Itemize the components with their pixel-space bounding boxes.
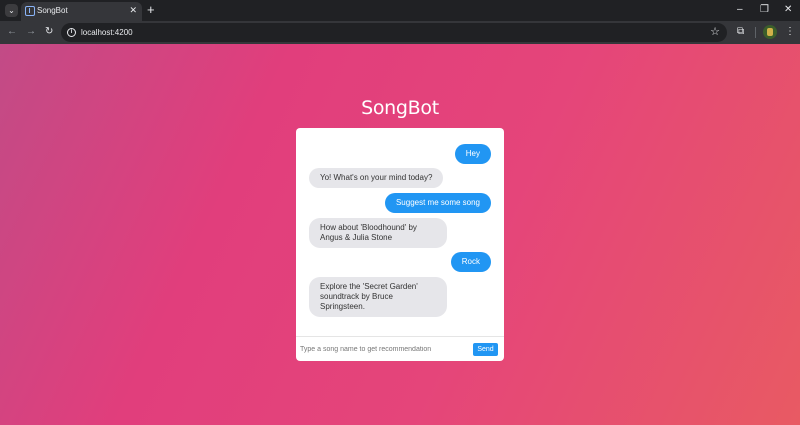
forward-arrow-icon[interactable]: → — [26, 25, 36, 39]
app-title: SongBot — [361, 97, 439, 119]
tab-strip: ⌄ SongBot ✕ + – ❐ ✕ — [0, 0, 800, 21]
new-tab-plus-icon[interactable]: + — [147, 2, 155, 18]
url-text[interactable]: localhost:4200 — [81, 28, 133, 37]
message-list: Hey Yo! What's on your mind today? Sugge… — [296, 128, 504, 336]
chat-window: Hey Yo! What's on your mind today? Sugge… — [296, 128, 504, 361]
back-arrow-icon[interactable]: ← — [7, 25, 17, 39]
site-info-icon[interactable]: i — [67, 28, 76, 37]
extensions-puzzle-icon[interactable]: ⧉ — [737, 25, 744, 39]
tab-close-icon[interactable]: ✕ — [129, 5, 137, 15]
browser-tab[interactable]: SongBot ✕ — [21, 2, 142, 21]
kebab-menu-icon[interactable]: ⋮ — [785, 25, 795, 39]
browser-toolbar: ← → ↻ i localhost:4200 ☆ ⧉ ⋮ — [0, 21, 800, 44]
bot-message: Explore the 'Secret Garden' soundtrack b… — [309, 277, 447, 317]
minimize-icon[interactable]: – — [737, 3, 743, 17]
music-favicon-icon — [25, 6, 35, 16]
bookmark-star-icon[interactable]: ☆ — [710, 25, 720, 39]
tab-search-chevron-down-icon[interactable]: ⌄ — [5, 4, 18, 17]
song-name-input[interactable] — [300, 343, 466, 356]
page-background: SongBot Hey Yo! What's on your mind toda… — [0, 44, 800, 425]
toolbar-divider — [755, 27, 756, 38]
bot-message: Yo! What's on your mind today? — [309, 168, 444, 188]
reload-icon[interactable]: ↻ — [45, 25, 53, 39]
user-message: Hey — [454, 144, 491, 164]
user-message: Rock — [450, 252, 491, 272]
profile-avatar[interactable] — [763, 25, 777, 39]
user-message: Suggest me some song — [384, 193, 491, 213]
message-input-bar: Send — [296, 336, 504, 361]
send-button[interactable]: Send — [473, 343, 498, 356]
tab-title: SongBot — [37, 6, 68, 15]
bot-message: How about 'Bloodhound' by Angus & Julia … — [309, 218, 447, 248]
close-window-icon[interactable]: ✕ — [784, 3, 792, 17]
restore-icon[interactable]: ❐ — [760, 3, 769, 17]
address-bar[interactable]: i localhost:4200 ☆ — [61, 23, 727, 42]
